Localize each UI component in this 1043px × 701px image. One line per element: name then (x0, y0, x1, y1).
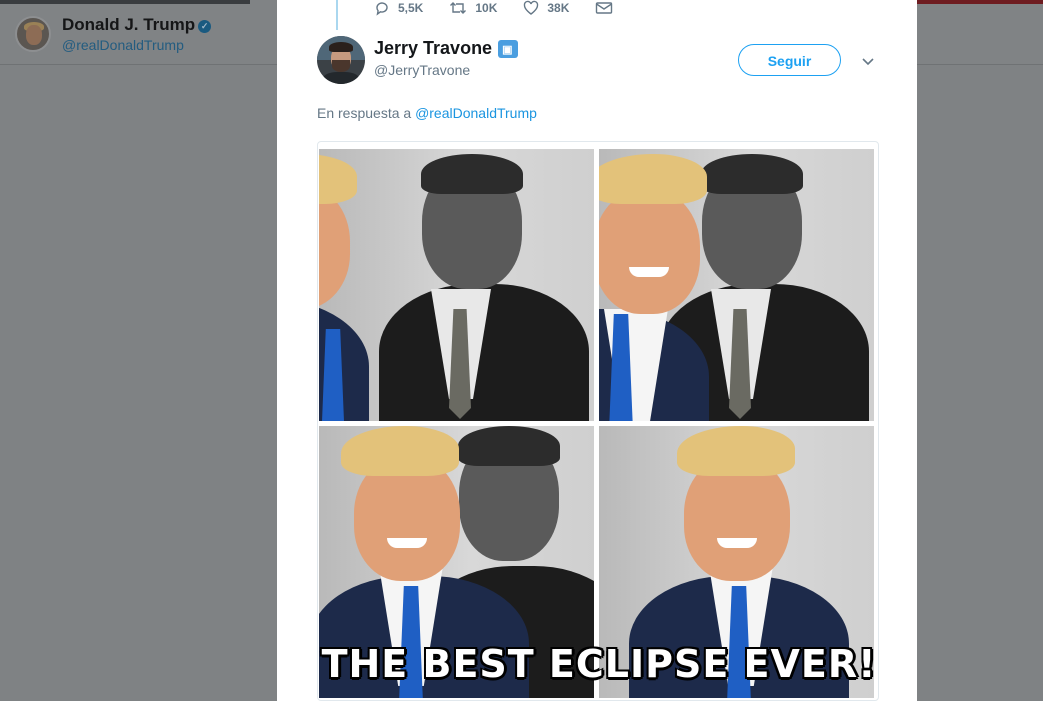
reply-icon (376, 2, 388, 16)
tweet-modal: 5,5K 10K 38K Jerry Travone ▣ @JerryTravo… (277, 0, 917, 701)
like-count: 38K (547, 1, 570, 15)
profile-avatar[interactable] (15, 16, 51, 52)
author-handle[interactable]: @JerryTravone (374, 62, 470, 78)
reply-context: En respuesta a @realDonaldTrump (317, 105, 537, 121)
heart-icon (524, 0, 539, 15)
thread-connector-line (336, 0, 338, 30)
verified-badge-icon: ✓ (198, 20, 212, 33)
profile-badge-icon: ▣ (498, 39, 519, 58)
reply-action[interactable]: 5,5K (374, 0, 423, 16)
mail-icon (596, 2, 613, 14)
previous-tweet-actions: 5,5K 10K 38K (374, 0, 621, 18)
profile-handle[interactable]: @realDonaldTrump (62, 37, 184, 53)
author-name[interactable]: Jerry Travone ▣ (374, 38, 519, 59)
follow-button[interactable]: Seguir (738, 44, 841, 76)
direct-message-action[interactable] (595, 0, 621, 16)
retweet-action[interactable]: 10K (449, 0, 497, 16)
author-avatar[interactable] (317, 36, 365, 84)
image-panel-2 (599, 149, 874, 421)
top-nav-strip (0, 0, 250, 4)
reply-mention-link[interactable]: @realDonaldTrump (415, 105, 537, 121)
more-options-chevron-icon[interactable] (861, 54, 875, 72)
profile-name[interactable]: Donald J. Trump ✓ (62, 15, 212, 35)
meme-caption: THE BEST ECLIPSE EVER! (321, 642, 877, 686)
like-action[interactable]: 38K (523, 0, 569, 16)
top-nav-strip-accent (917, 0, 1043, 4)
image-panel-1 (319, 149, 594, 421)
tweet-image[interactable]: THE BEST ECLIPSE EVER! (317, 141, 879, 701)
retweet-count: 10K (475, 1, 498, 15)
retweet-icon (450, 2, 467, 14)
reply-prefix: En respuesta a (317, 105, 412, 121)
reply-count: 5,5K (398, 1, 424, 15)
